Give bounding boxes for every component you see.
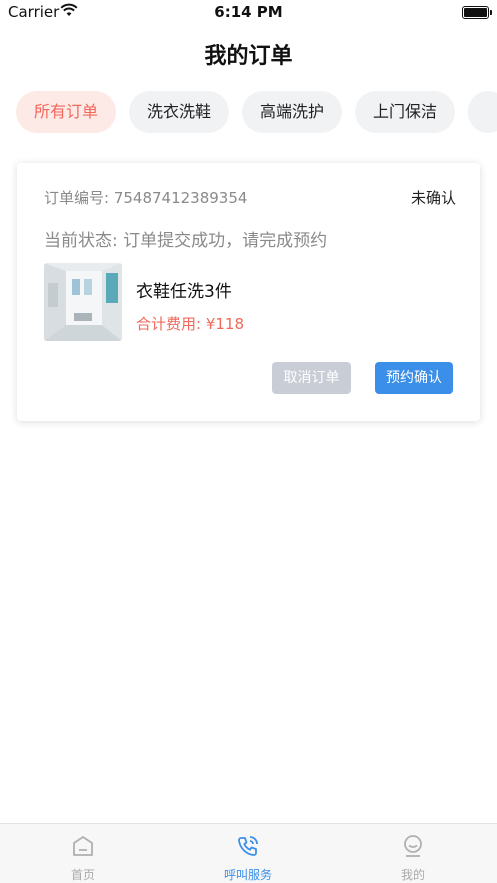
- tabbar-mine-label: 我的: [400, 868, 425, 882]
- home-icon: [73, 836, 93, 856]
- tab-home-cleaning[interactable]: 上门保洁: [355, 91, 456, 133]
- cancel-order-button[interactable]: 取消订单: [272, 362, 351, 394]
- status-time: 6:14 PM: [214, 3, 283, 21]
- item-thumbnail: [44, 263, 122, 341]
- order-card[interactable]: 订单编号: 75487412389354 未确认 当前状态: 订单提交成功，请完…: [17, 163, 480, 421]
- battery-icon: [462, 6, 492, 19]
- tab-premium-care[interactable]: 高端洗护: [242, 91, 343, 133]
- item-name: 衣鞋任洗3件: [136, 282, 232, 302]
- tabbar-mine[interactable]: 我的: [353, 824, 473, 883]
- tabbar-home-label: 首页: [70, 868, 95, 882]
- confirm-booking-button[interactable]: 预约确认: [375, 362, 453, 394]
- profile-icon: [404, 835, 422, 857]
- tabbar-home[interactable]: 首页: [23, 824, 143, 883]
- category-tabs: 所有订单 洗衣洗鞋 高端洗护 上门保洁: [16, 91, 497, 133]
- tab-more[interactable]: [468, 91, 497, 133]
- item-total-price: 合计费用: ¥118: [136, 315, 244, 333]
- phone-call-icon: [238, 836, 258, 856]
- order-number: 订单编号: 75487412389354: [44, 189, 248, 207]
- order-state-badge: 未确认: [410, 189, 456, 207]
- tab-all-orders[interactable]: 所有订单: [16, 91, 117, 133]
- page-title: 我的订单: [204, 44, 293, 69]
- status-bar: Carrier 6:14 PM: [0, 0, 497, 26]
- order-current-status: 当前状态: 订单提交成功，请完成预约: [44, 231, 328, 251]
- tabbar-call-label: 呼叫服务: [223, 868, 272, 882]
- bottom-tab-bar: 首页 呼叫服务 我的: [0, 823, 497, 883]
- tab-laundry[interactable]: 洗衣洗鞋: [129, 91, 230, 133]
- tabbar-call-service[interactable]: 呼叫服务: [188, 824, 308, 883]
